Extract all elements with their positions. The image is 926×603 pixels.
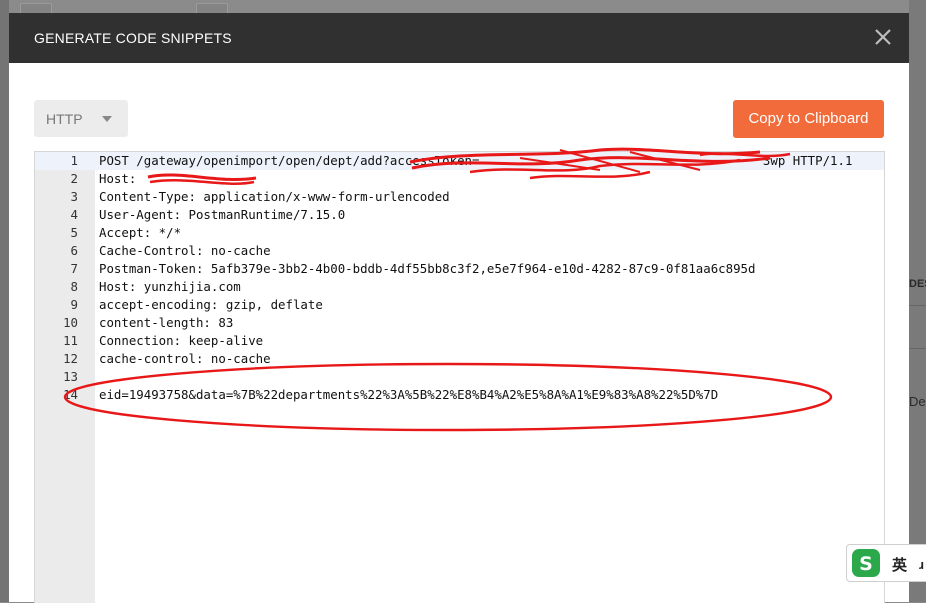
line-number: 1 — [70, 153, 78, 168]
background-divider — [909, 305, 926, 306]
chevron-down-icon — [102, 116, 112, 122]
background-label: DES — [909, 278, 926, 290]
ime-language-label: 英 — [892, 557, 908, 574]
code-line: 2 Host: — [35, 170, 884, 188]
dialog-header: GENERATE CODE SNIPPETS — [9, 13, 909, 63]
code-line: 12 cache-control: no-cache — [35, 350, 884, 368]
code-line: 9 accept-encoding: gzip, deflate — [35, 296, 884, 314]
language-select[interactable]: HTTP — [34, 100, 128, 137]
code-line-text: Postman-Token: 5afb379e-3bb2-4b00-bddb-4… — [99, 261, 756, 276]
code-line-text: cache-control: no-cache — [99, 351, 271, 366]
dialog-title: GENERATE CODE SNIPPETS — [34, 30, 232, 46]
ime-mode-icon: ɹ — [919, 557, 925, 572]
line-number: 14 — [63, 387, 78, 402]
code-line-text: Host: — [99, 171, 144, 186]
code-line: 10 content-length: 83 — [35, 314, 884, 332]
line-number: 6 — [70, 243, 78, 258]
svg-text:S: S — [859, 553, 873, 575]
line-number: 8 — [70, 279, 78, 294]
code-line-text: Host: yunzhijia.com — [99, 279, 241, 294]
background-right-strip: DES De — [909, 0, 926, 602]
line-number: 5 — [70, 225, 78, 240]
code-line-text: User-Agent: PostmanRuntime/7.15.0 — [99, 207, 346, 222]
code-line: 8 Host: yunzhijia.com — [35, 278, 884, 296]
code-line-text: POST /gateway/openimport/open/dept/add?a… — [99, 153, 853, 168]
code-line: 4 User-Agent: PostmanRuntime/7.15.0 — [35, 206, 884, 224]
background-left-strip — [0, 0, 9, 602]
code-line: 14 eid=19493758&data=%7B%22departments%22… — [35, 386, 884, 404]
code-line: 13 — [35, 368, 884, 386]
language-select-value: HTTP — [46, 111, 83, 127]
line-number: 13 — [63, 369, 78, 384]
generate-code-dialog: GENERATE CODE SNIPPETS HTTP Copy to Clip… — [9, 13, 909, 603]
line-number: 11 — [63, 333, 78, 348]
line-number: 2 — [70, 171, 78, 186]
background-tabbar — [0, 0, 926, 15]
line-number: 3 — [70, 189, 78, 204]
code-line-text: Accept: */* — [99, 225, 182, 240]
sogou-ime-icon: S — [851, 548, 881, 578]
code-line: 7 Postman-Token: 5afb379e-3bb2-4b00-bddb-… — [35, 260, 884, 278]
code-line-text: Content-Type: application/x-www-form-url… — [99, 189, 450, 204]
line-number: 9 — [70, 297, 78, 312]
code-line-text: eid=19493758&data=%7B%22departments%22%3… — [99, 387, 719, 402]
code-line: 3 Content-Type: application/x-www-form-ur… — [35, 188, 884, 206]
line-number: 12 — [63, 351, 78, 366]
line-number: 10 — [63, 315, 78, 330]
code-line: 1 POST /gateway/openimport/open/dept/add?… — [35, 152, 884, 170]
code-line: 6 Cache-Control: no-cache — [35, 242, 884, 260]
code-line: 5 Accept: */* — [35, 224, 884, 242]
code-line-text: Connection: keep-alive — [99, 333, 264, 348]
code-line-text: accept-encoding: gzip, deflate — [99, 297, 323, 312]
background-label: De — [909, 394, 926, 409]
code-line-text: Cache-Control: no-cache — [99, 243, 271, 258]
code-line: 11 Connection: keep-alive — [35, 332, 884, 350]
background-divider — [909, 348, 926, 349]
line-number: 4 — [70, 207, 78, 222]
ime-toolbar[interactable]: S 英 ɹ — [846, 544, 926, 582]
code-editor[interactable]: 1 POST /gateway/openimport/open/dept/add?… — [34, 151, 885, 603]
code-line-text: content-length: 83 — [99, 315, 234, 330]
copy-to-clipboard-button[interactable]: Copy to Clipboard — [733, 100, 884, 138]
line-number: 7 — [70, 261, 78, 276]
close-icon[interactable] — [871, 25, 895, 49]
